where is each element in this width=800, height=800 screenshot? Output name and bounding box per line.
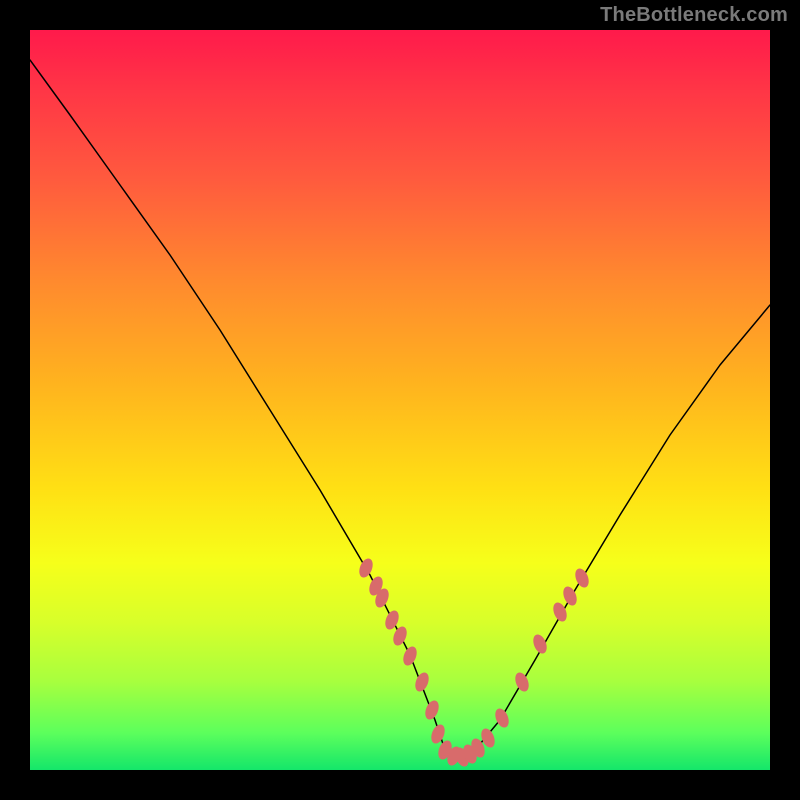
highlight-markers-group bbox=[357, 556, 592, 768]
highlight-dot bbox=[357, 556, 376, 579]
watermark-text: TheBottleneck.com bbox=[600, 4, 788, 27]
highlight-dot bbox=[423, 698, 442, 721]
highlight-dot bbox=[413, 670, 432, 693]
bottleneck-curve-left bbox=[30, 60, 445, 750]
chart-stage: TheBottleneck.com bbox=[0, 0, 800, 800]
highlight-dot bbox=[401, 644, 420, 667]
highlight-dot bbox=[513, 670, 532, 693]
chart-svg bbox=[30, 30, 770, 770]
highlight-dot bbox=[531, 632, 550, 655]
highlight-dot bbox=[573, 566, 592, 589]
